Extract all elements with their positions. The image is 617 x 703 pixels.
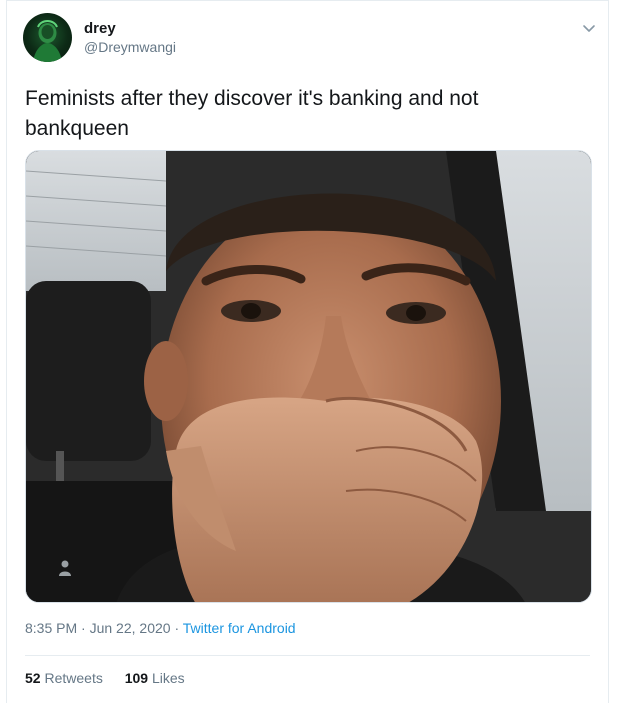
- likes-count: 109: [124, 670, 149, 686]
- divider: [25, 655, 590, 656]
- retweets-count: 52: [25, 670, 41, 686]
- display-name[interactable]: drey: [84, 20, 176, 38]
- meta-separator: ·: [81, 620, 86, 636]
- tweet-text: Feminists after they discover it's banki…: [25, 87, 479, 140]
- avatar[interactable]: [23, 13, 72, 62]
- person-icon: [58, 559, 72, 577]
- tweet-date[interactable]: Jun 22, 2020: [90, 620, 171, 636]
- media-photo: [26, 151, 591, 602]
- tweet-source-app[interactable]: Twitter for Android: [183, 620, 296, 636]
- author-info: drey @Dreymwangi: [84, 20, 176, 56]
- tweet-media[interactable]: [25, 150, 592, 603]
- tweet-time[interactable]: 8:35 PM: [25, 620, 77, 636]
- handle[interactable]: @Dreymwangi: [84, 38, 176, 56]
- likes-label: Likes: [151, 670, 185, 686]
- retweets-stat[interactable]: 52 Retweets: [25, 670, 103, 686]
- retweets-label: Retweets: [44, 670, 103, 686]
- avatar-image: [33, 20, 62, 62]
- tweet-meta: 8:35 PM · Jun 22, 2020 · Twitter for And…: [25, 620, 296, 636]
- tweet-card: drey @Dreymwangi Feminists after they di…: [6, 0, 609, 703]
- likes-stat[interactable]: 109 Likes: [125, 670, 185, 686]
- meta-separator: ·: [174, 620, 180, 636]
- chevron-down-icon[interactable]: [582, 21, 596, 35]
- tweet-stats: 52 Retweets 109 Likes: [25, 670, 203, 686]
